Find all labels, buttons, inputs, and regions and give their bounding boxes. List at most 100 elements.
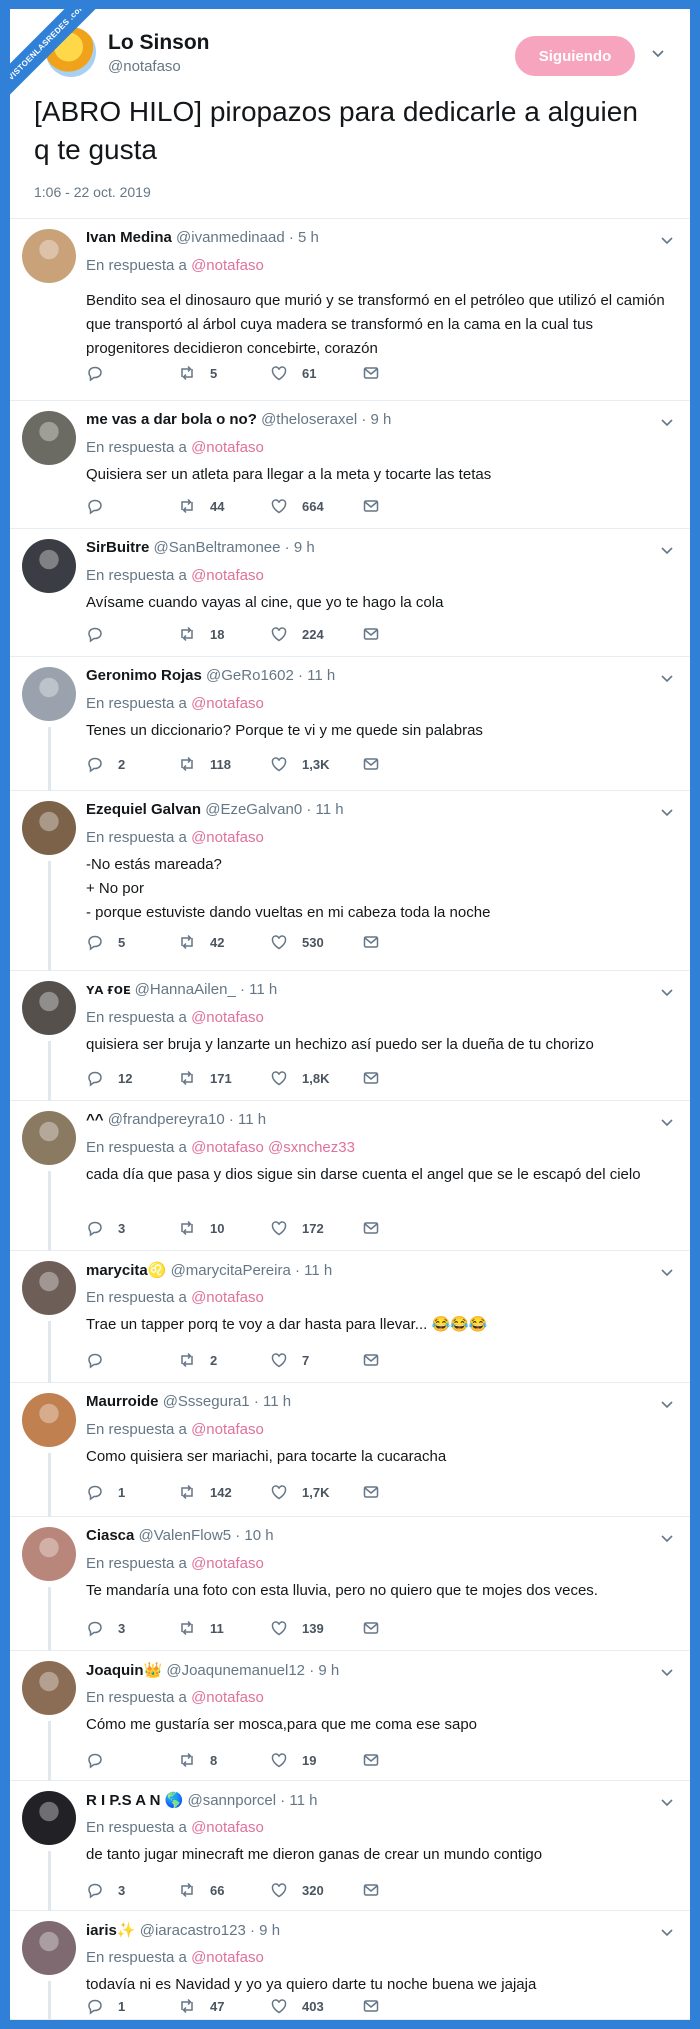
user-handle[interactable]: @Joaqunemanuel12: [166, 1662, 305, 1679]
chevron-down-icon[interactable]: [660, 1265, 674, 1279]
user-name[interactable]: iaris✨: [86, 1922, 136, 1939]
reply-button[interactable]: [86, 364, 118, 382]
reply-timestamp[interactable]: · 9 h: [309, 1662, 339, 1679]
chevron-down-icon[interactable]: [660, 1795, 674, 1809]
user-handle[interactable]: @sannporcel: [187, 1792, 276, 1809]
chevron-down-icon[interactable]: [660, 1397, 674, 1411]
like-button[interactable]: 19: [270, 1751, 316, 1769]
reply-timestamp[interactable]: · 11 h: [229, 1111, 266, 1128]
like-button[interactable]: 61: [270, 364, 316, 382]
reply-button[interactable]: 2: [86, 755, 125, 773]
user-name[interactable]: ^^: [86, 1111, 104, 1128]
chevron-down-icon[interactable]: [660, 805, 674, 819]
user-name[interactable]: Maurroide: [86, 1393, 159, 1410]
reply-timestamp[interactable]: · 9 h: [361, 411, 391, 428]
retweet-button[interactable]: 44: [178, 497, 224, 515]
user-name[interactable]: R I P.S A N 🌎: [86, 1792, 183, 1809]
retweet-button[interactable]: 118: [178, 755, 231, 773]
reply-button[interactable]: 1: [86, 1997, 125, 2015]
user-name[interactable]: me vas a dar bola o no?: [86, 411, 257, 428]
avatar[interactable]: [22, 981, 76, 1035]
mention-link[interactable]: @notafaso: [191, 1421, 264, 1438]
reply-timestamp[interactable]: · 9 h: [285, 539, 315, 556]
like-button[interactable]: 530: [270, 933, 324, 951]
retweet-button[interactable]: 47: [178, 1997, 224, 2015]
avatar[interactable]: [22, 1111, 76, 1165]
mention-link[interactable]: @notafaso: [191, 567, 264, 584]
avatar[interactable]: [22, 667, 76, 721]
mention-link[interactable]: @notafaso: [191, 1949, 264, 1966]
chevron-down-icon[interactable]: [660, 233, 674, 247]
user-handle[interactable]: @HannaAilen_: [135, 981, 236, 998]
retweet-button[interactable]: 5: [178, 364, 217, 382]
avatar[interactable]: [22, 1527, 76, 1581]
mention-link[interactable]: @notafaso: [191, 1689, 264, 1706]
user-handle[interactable]: @SanBeltramonee: [154, 539, 281, 556]
like-button[interactable]: 1,3K: [270, 755, 329, 773]
message-button[interactable]: [362, 1751, 380, 1769]
following-button[interactable]: Siguiendo: [515, 36, 635, 76]
mention-link[interactable]: @notafaso: [191, 1289, 264, 1306]
main-tweet-timestamp[interactable]: 1:06 - 22 oct. 2019: [34, 184, 151, 200]
mention-link[interactable]: @notafaso: [191, 1009, 264, 1026]
reply-button[interactable]: [86, 497, 118, 515]
reply-timestamp[interactable]: · 11 h: [254, 1393, 291, 1410]
message-button[interactable]: [362, 364, 380, 382]
mention-link[interactable]: @notafaso: [191, 829, 264, 846]
user-handle[interactable]: @Sssegura1: [163, 1393, 250, 1410]
message-button[interactable]: [362, 1997, 380, 2015]
message-button[interactable]: [362, 497, 380, 515]
reply-timestamp[interactable]: · 9 h: [250, 1922, 280, 1939]
chevron-down-icon[interactable]: [660, 415, 674, 429]
retweet-button[interactable]: 171: [178, 1069, 232, 1087]
retweet-button[interactable]: 10: [178, 1219, 224, 1237]
mention-link[interactable]: @notafaso: [191, 257, 264, 274]
reply-button[interactable]: 3: [86, 1219, 125, 1237]
reply-button[interactable]: [86, 1751, 118, 1769]
user-name[interactable]: Ivan Medina: [86, 229, 172, 246]
retweet-button[interactable]: 11: [178, 1619, 224, 1637]
avatar[interactable]: [22, 539, 76, 593]
avatar[interactable]: [22, 1261, 76, 1315]
mention-link[interactable]: @notafaso: [191, 1555, 264, 1572]
retweet-button[interactable]: 2: [178, 1351, 217, 1369]
user-name[interactable]: ʏᴀ ғᴏᴇ: [86, 981, 130, 998]
reply-button[interactable]: 5: [86, 933, 125, 951]
retweet-button[interactable]: 18: [178, 625, 224, 643]
message-button[interactable]: [362, 1881, 380, 1899]
like-button[interactable]: 224: [270, 625, 324, 643]
like-button[interactable]: 7: [270, 1351, 309, 1369]
chevron-down-icon[interactable]: [660, 985, 674, 999]
chevron-down-icon[interactable]: [660, 1531, 674, 1545]
retweet-button[interactable]: 42: [178, 933, 224, 951]
message-button[interactable]: [362, 1351, 380, 1369]
retweet-button[interactable]: 66: [178, 1881, 224, 1899]
user-handle[interactable]: @marycitaPereira: [171, 1262, 291, 1279]
user-handle[interactable]: @ValenFlow5: [139, 1527, 232, 1544]
chevron-down-icon[interactable]: [650, 45, 666, 61]
reply-timestamp[interactable]: · 11 h: [295, 1262, 332, 1279]
reply-timestamp[interactable]: · 11 h: [306, 801, 343, 818]
chevron-down-icon[interactable]: [660, 543, 674, 557]
like-button[interactable]: 1,7K: [270, 1483, 329, 1501]
message-button[interactable]: [362, 1619, 380, 1637]
avatar[interactable]: [22, 1393, 76, 1447]
message-button[interactable]: [362, 625, 380, 643]
like-button[interactable]: 403: [270, 1997, 324, 2015]
reply-button[interactable]: 3: [86, 1881, 125, 1899]
avatar[interactable]: [22, 411, 76, 465]
user-handle[interactable]: @frandpereyra10: [108, 1111, 225, 1128]
avatar[interactable]: [22, 1921, 76, 1975]
chevron-down-icon[interactable]: [660, 1925, 674, 1939]
user-handle[interactable]: @iaracastro123: [140, 1922, 246, 1939]
reply-timestamp[interactable]: · 5 h: [289, 229, 319, 246]
user-name[interactable]: SirBuitre: [86, 539, 149, 556]
chevron-down-icon[interactable]: [660, 1115, 674, 1129]
mention-link[interactable]: @notafaso: [191, 439, 264, 456]
avatar[interactable]: [22, 801, 76, 855]
like-button[interactable]: 139: [270, 1619, 324, 1637]
like-button[interactable]: 1,8K: [270, 1069, 329, 1087]
message-button[interactable]: [362, 755, 380, 773]
reply-button[interactable]: 12: [86, 1069, 132, 1087]
reply-button[interactable]: 1: [86, 1483, 125, 1501]
